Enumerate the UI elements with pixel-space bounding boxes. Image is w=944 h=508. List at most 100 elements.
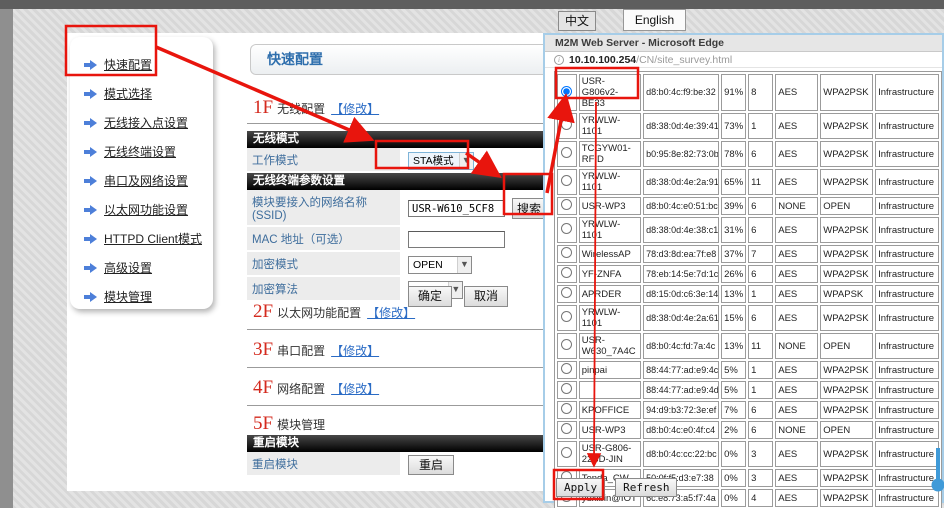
language-button-english[interactable]: English [623,9,686,31]
sidebar-item[interactable]: 以太网功能设置 [84,195,213,224]
network-channel: 4 [748,489,773,507]
network-radio[interactable] [561,423,572,434]
network-ssid: YRWLW-1101 [579,169,641,195]
blue-arrow-icon [84,292,98,302]
network-encryption: NONE [775,421,818,439]
sidebar-item[interactable]: 无线接入点设置 [84,108,213,137]
network-row: USR-WP3 d8:b0:4c:e0:51:bc 39% 6 NONE OPE… [557,197,939,215]
network-ssid: USR-WP3 [579,421,641,439]
section-heading-3f: 3F串口配置【修改】 [253,339,379,361]
network-radio[interactable] [561,383,572,394]
sidebar-item[interactable]: 模式选择 [84,79,213,108]
mac-input[interactable] [408,231,505,248]
network-ssid: USR-G806v2-BE33 [579,74,641,111]
network-radio[interactable] [561,175,572,186]
modify-link-2f[interactable]: 【修改】 [367,306,415,320]
network-channel: 1 [748,285,773,303]
sidebar-item-label: 模块管理 [104,288,152,305]
network-encryption: AES [775,141,818,167]
sidebar-item-label: 模式选择 [104,85,152,102]
search-button[interactable]: 搜索 [512,198,546,219]
sidebar-nav: 快速配置 模式选择 无线接入点设置 无线终端设置 串口及网络设置 以太网功能设置… [84,50,213,311]
network-type: Infrastructure [875,421,939,439]
network-radio[interactable] [561,287,572,298]
sidebar-item[interactable]: 快速配置 [84,50,213,79]
network-type: Infrastructure [875,285,939,303]
popup-title-bar[interactable]: M2M Web Server - Microsoft Edge [545,35,942,52]
network-auth: WPA2PSK [820,169,873,195]
network-row: KPOFFICE 94:d9:b3:72:3e:ef 7% 6 AES WPA2… [557,401,939,419]
work-mode-select[interactable]: STA模式 ▼ [408,152,474,170]
network-encryption: AES [775,381,818,399]
restart-label: 重启模块 [247,452,400,477]
network-type: Infrastructure [875,265,939,283]
network-auth: WPA2PSK [820,469,873,487]
sidebar: 快速配置 模式选择 无线接入点设置 无线终端设置 串口及网络设置 以太网功能设置… [70,37,213,309]
modify-link-4f[interactable]: 【修改】 [331,382,379,396]
sidebar-item[interactable]: 串口及网络设置 [84,166,213,195]
network-signal: 13% [721,285,746,303]
network-radio[interactable] [561,363,572,374]
network-radio[interactable] [561,311,572,322]
network-channel: 6 [748,197,773,215]
restart-button[interactable]: 重启 [408,455,454,475]
language-button-chinese[interactable]: 中文 [558,11,596,31]
modify-link-1f[interactable]: 【修改】 [331,102,379,116]
network-signal: 78% [721,141,746,167]
sidebar-item-label: 串口及网络设置 [104,172,188,189]
ssid-input[interactable] [408,200,505,217]
sidebar-item-label: 快速配置 [104,56,152,73]
network-radio[interactable] [561,267,572,278]
network-radio[interactable] [561,247,572,258]
network-signal: 0% [721,469,746,487]
network-auth: WPA2PSK [820,113,873,139]
network-radio[interactable] [561,447,572,458]
network-mac: 88:44:77:ad:e9:4d [643,381,719,399]
cancel-button[interactable]: 取消 [464,286,508,307]
network-radio[interactable] [561,339,572,350]
network-mac: d8:b0:4c:e0:51:bc [643,197,719,215]
network-encryption: AES [775,169,818,195]
apply-button[interactable]: Apply [556,478,605,497]
sidebar-item-label: HTTPD Client模式 [104,230,202,247]
network-encryption: AES [775,217,818,243]
network-auth: WPAPSK [820,285,873,303]
section-title: 以太网功能配置 [277,306,361,320]
sidebar-item[interactable]: 模块管理 [84,282,213,311]
network-radio[interactable] [561,403,572,414]
sidebar-item[interactable]: 高级设置 [84,253,213,282]
blue-arrow-icon [84,89,98,99]
refresh-button[interactable]: Refresh [615,478,677,497]
network-radio[interactable] [561,199,572,210]
network-row: USR-W630_7A4C d8:b0:4c:fd:7a:4c 13% 11 N… [557,333,939,359]
network-ssid: YRWLW-1101 [579,305,641,331]
network-type: Infrastructure [875,441,939,467]
sidebar-item[interactable]: HTTPD Client模式 [84,224,213,253]
network-type: Infrastructure [875,401,939,419]
network-channel: 3 [748,441,773,467]
network-row: YF-ZNFA 78:eb:14:5e:7d:1c 26% 6 AES WPA2… [557,265,939,283]
network-radio[interactable] [561,119,572,130]
network-channel: 3 [748,469,773,487]
network-radio[interactable] [561,147,572,158]
popup-url-bar[interactable]: i 10.10.100.254/CN/site_survey.html [545,52,942,68]
network-mac: 78:eb:14:5e:7d:1c [643,265,719,283]
left-edge-band [0,0,13,508]
network-mac: d8:b0:4c:e0:4f:c4 [643,421,719,439]
section-heading-5f: 5F模块管理 [253,413,325,435]
network-radio[interactable] [561,86,572,97]
top-edge-band [0,0,944,9]
network-encryption: AES [775,469,818,487]
network-signal: 26% [721,265,746,283]
network-radio[interactable] [561,223,572,234]
blue-arrow-icon [84,234,98,244]
network-encryption: AES [775,401,818,419]
network-ssid: YRWLW-1101 [579,113,641,139]
modify-link-3f[interactable]: 【修改】 [331,344,379,358]
network-auth: WPA2PSK [820,489,873,507]
network-type: Infrastructure [875,113,939,139]
network-encryption: AES [775,245,818,263]
network-signal: 91% [721,74,746,111]
encryption-mode-select[interactable]: OPEN ▼ [408,256,472,274]
sidebar-item[interactable]: 无线终端设置 [84,137,213,166]
